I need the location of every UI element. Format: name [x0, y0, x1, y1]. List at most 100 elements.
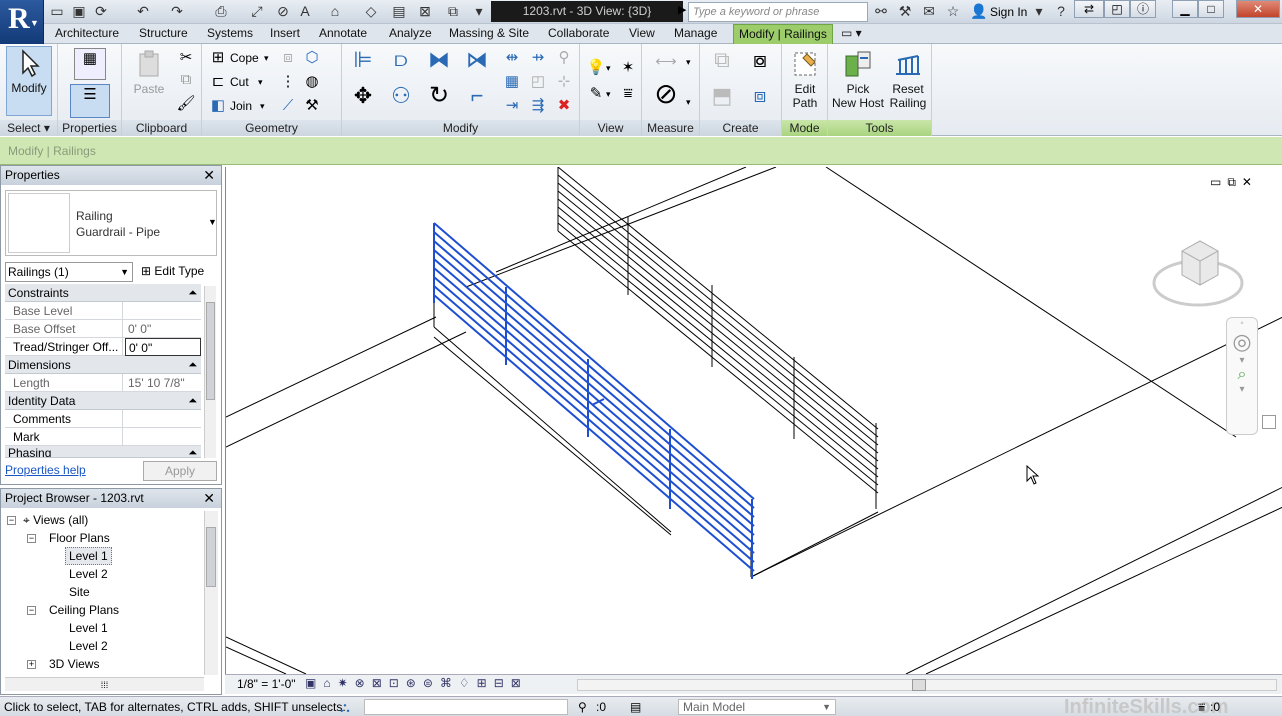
- group-constraints[interactable]: Constraints ⏶: [5, 284, 201, 302]
- cut-icon[interactable]: ✂: [176, 48, 196, 68]
- delete-icon[interactable]: ✖: [554, 96, 574, 116]
- scale-icon[interactable]: ◰: [528, 72, 548, 92]
- close-icon[interactable]: ✕: [203, 166, 215, 185]
- match-properties-icon[interactable]: 🖌: [176, 94, 196, 114]
- tree-ceiling-plan-level-1[interactable]: Level 1: [69, 619, 108, 637]
- tree-floor-plans[interactable]: Floor Plans: [49, 529, 110, 547]
- browser-scrollbar[interactable]: [204, 511, 218, 675]
- tree-views-all[interactable]: ⌖ Views (all): [23, 511, 88, 529]
- browser-horizontal-scrollbar[interactable]: ⁞⁞⁞: [5, 677, 204, 691]
- tab-systems[interactable]: Systems: [202, 24, 258, 44]
- create-parts-icon[interactable]: ⧇: [744, 49, 776, 82]
- 3d-view-icon[interactable]: ⌂: [326, 2, 344, 21]
- hammer-icon[interactable]: ⚒: [302, 96, 322, 116]
- trim-multiple-icon[interactable]: ⇶: [528, 96, 548, 116]
- communication-icon[interactable]: ✉: [920, 2, 938, 21]
- view-window-controls[interactable]: ▭⧉✕: [1210, 175, 1258, 190]
- steering-wheel-icon[interactable]: ◎: [1227, 329, 1257, 355]
- scrollbar-thumb[interactable]: [912, 679, 926, 691]
- tab-view[interactable]: View: [624, 24, 660, 44]
- viewcube[interactable]: [1152, 231, 1244, 311]
- instance-filter-select[interactable]: Railings (1) ▼: [5, 262, 133, 282]
- linework-view-icon[interactable]: ✎: [586, 84, 606, 104]
- create-assembly-icon[interactable]: ⧉: [706, 49, 738, 82]
- chevron-right-icon[interactable]: ▶: [678, 3, 686, 16]
- vertical-scroll-thumb[interactable]: [1262, 415, 1276, 429]
- linework-icon[interactable]: ⟋: [278, 96, 298, 116]
- tread-stringer-offset-input[interactable]: 0' 0": [125, 338, 201, 356]
- view-control-icons[interactable]: ▣⌂✷⊗⊠⊡⊛⊜⌘♢⊞⊟⊠: [305, 676, 528, 690]
- cut-geometry-icon[interactable]: ⊏: [208, 72, 228, 92]
- view-scale[interactable]: 1/8" = 1'-0": [237, 677, 296, 691]
- redo-icon[interactable]: ↷: [168, 2, 186, 21]
- expand-toggle[interactable]: +: [27, 660, 36, 669]
- row-mark[interactable]: Mark: [5, 428, 201, 446]
- array-icon[interactable]: ▦: [502, 72, 522, 92]
- tree-floor-plan-level-2[interactable]: Level 2: [69, 565, 108, 583]
- hide-in-view-icon[interactable]: 💡: [586, 58, 606, 78]
- edit-path-button[interactable]: Edit Path: [786, 48, 824, 110]
- tab-collaborate[interactable]: Collaborate: [543, 24, 614, 44]
- search-input[interactable]: Type a keyword or phrase: [688, 2, 868, 22]
- demolish-icon[interactable]: ⋮: [278, 72, 298, 92]
- modify-button[interactable]: Modify: [6, 46, 52, 116]
- chevron-down-icon[interactable]: ▾: [1030, 2, 1048, 21]
- scrollbar-thumb[interactable]: [206, 527, 216, 587]
- group-identity-data[interactable]: Identity Data ⏶: [5, 392, 201, 410]
- copy-element-icon[interactable]: ⚇: [386, 85, 416, 116]
- zoom-icon[interactable]: ⌕: [1227, 366, 1257, 384]
- pin-icon[interactable]: ⚲: [554, 48, 574, 68]
- split-face-icon[interactable]: ⬡: [302, 48, 322, 68]
- tab-structure[interactable]: Structure: [134, 24, 193, 44]
- design-option-select[interactable]: Main Model ▼: [678, 699, 836, 715]
- chevron-down-icon[interactable]: ▾: [1227, 355, 1257, 366]
- type-properties-icon[interactable]: ▦: [74, 48, 106, 80]
- move-icon[interactable]: ✥: [348, 85, 378, 116]
- tree-3d-views[interactable]: 3D Views: [49, 655, 99, 673]
- tab-annotate[interactable]: Annotate: [314, 24, 372, 44]
- subscription-center-icon[interactable]: ◰: [1104, 0, 1130, 18]
- properties-icon[interactable]: ☰: [70, 84, 110, 118]
- collapse-toggle[interactable]: −: [7, 516, 16, 525]
- close-icon[interactable]: ◦: [1227, 318, 1257, 329]
- workset-select[interactable]: [364, 699, 568, 715]
- section-icon[interactable]: ◇: [362, 2, 380, 21]
- split-gap-icon[interactable]: ⇸: [528, 48, 548, 68]
- open-icon[interactable]: ▭: [48, 2, 66, 21]
- tab-manage[interactable]: Manage: [669, 24, 722, 44]
- cope-icon[interactable]: ⊞: [208, 48, 228, 68]
- info-center-icon[interactable]: ⓘ: [1130, 0, 1156, 18]
- 3d-view-canvas[interactable]: ▭⧉✕ ◦ ◎ ▾ ⌕ ▾: [225, 167, 1282, 674]
- create-similar-icon[interactable]: ⧈: [744, 86, 776, 118]
- paste-button[interactable]: Paste: [126, 48, 172, 96]
- properties-help-link[interactable]: Properties help: [5, 463, 86, 477]
- split-icon[interactable]: ⇹: [502, 48, 522, 68]
- tree-ceiling-plans[interactable]: Ceiling Plans: [49, 601, 119, 619]
- mirror-draw-icon[interactable]: ⧒: [462, 49, 492, 80]
- chevron-down-icon[interactable]: ▾: [686, 54, 691, 70]
- binoculars-icon[interactable]: ⚯: [872, 2, 890, 21]
- favorites-icon[interactable]: ☆: [944, 2, 962, 21]
- close-hidden-icon[interactable]: ⊠: [416, 2, 434, 21]
- tab-analyze[interactable]: Analyze: [384, 24, 437, 44]
- chevron-down-icon[interactable]: ▾: [1227, 384, 1257, 395]
- save-icon[interactable]: ▣: [70, 2, 88, 21]
- tree-floor-plan-level-1[interactable]: Level 1: [65, 547, 112, 565]
- filter-icon[interactable]: ⩸: [618, 84, 638, 104]
- tree-ceiling-plan-level-2[interactable]: Level 2: [69, 637, 108, 655]
- edit-type-button[interactable]: ⊞ Edit Type: [141, 262, 217, 282]
- sign-in-link[interactable]: Sign In: [990, 5, 1027, 19]
- close-icon[interactable]: ✕: [203, 489, 215, 508]
- group-phasing[interactable]: Phasing ⏶: [5, 446, 201, 458]
- tab-architecture[interactable]: Architecture: [50, 24, 124, 44]
- design-options-icon[interactable]: ▤: [630, 697, 641, 716]
- switch-windows-icon[interactable]: ⧉: [444, 2, 462, 21]
- trim-extend-icon[interactable]: ⌐: [462, 85, 492, 116]
- filter-icon[interactable]: ⩸: [1198, 697, 1205, 716]
- unpin-icon[interactable]: ⊹: [554, 72, 574, 92]
- offset-icon[interactable]: ⫐: [386, 49, 416, 80]
- cope-button[interactable]: Cope: [230, 50, 259, 66]
- cut-button[interactable]: Cut: [230, 74, 249, 90]
- chevron-down-icon[interactable]: ▾: [258, 74, 263, 90]
- override-graphics-icon[interactable]: ✶: [618, 58, 638, 78]
